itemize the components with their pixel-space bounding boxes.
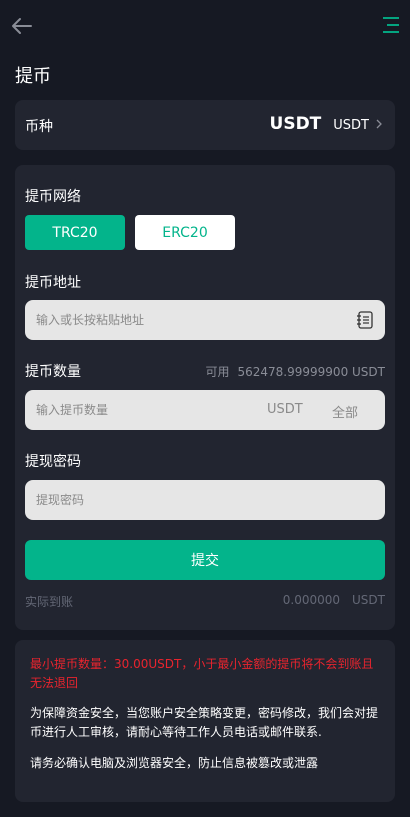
- address-input[interactable]: [25, 300, 345, 340]
- currency-label: 币种: [25, 119, 53, 135]
- currency-select[interactable]: USDT USDT: [270, 114, 383, 134]
- password-field: [25, 480, 385, 520]
- address-field: [25, 300, 385, 340]
- network-erc20-button[interactable]: ERC20: [135, 215, 235, 250]
- available-value: 562478.99999900 USDT: [237, 365, 386, 379]
- menu-icon[interactable]: [382, 16, 400, 34]
- arrival-amount: 0.000000: [282, 593, 341, 607]
- password-label: 提现密码: [25, 454, 81, 470]
- network-label: 提币网络: [25, 189, 81, 205]
- min-withdraw-warning: 最小提币数量：30.00USDT，小于最小金额的提币将不会到账且无法退回: [30, 657, 374, 690]
- quantity-unit: USDT: [267, 402, 303, 417]
- currency-selected-symbol: USDT: [269, 114, 322, 134]
- arrival-unit: USDT: [352, 593, 385, 607]
- arrow-left-icon[interactable]: [10, 14, 34, 38]
- security-review-notice: 为保障资金安全，当您账户安全策略变更，密码修改，我们会对提币进行人工审核，请耐心…: [30, 706, 379, 739]
- top-bar: [0, 0, 410, 52]
- actual-arrival-value: 0.000000 USDT: [283, 593, 385, 607]
- browser-safety-notice: 请务必确认电脑及浏览器安全，防止信息被篡改或泄露: [30, 756, 319, 770]
- address-label: 提币地址: [25, 275, 81, 291]
- network-trc20-button[interactable]: TRC20: [25, 215, 125, 250]
- page-title: 提币: [15, 66, 51, 87]
- password-input[interactable]: [25, 480, 385, 520]
- quantity-input[interactable]: [25, 390, 245, 430]
- submit-button[interactable]: 提交: [25, 540, 385, 580]
- available-label: 可用: [205, 365, 230, 379]
- available-balance: 可用 562478.99999900 USDT: [205, 363, 385, 380]
- withdraw-form: 提币网络 TRC20 ERC20 提币地址 提币数量 可用 562478.9999…: [15, 165, 395, 630]
- currency-selector[interactable]: 币种 USDT USDT: [15, 100, 395, 150]
- quantity-label: 提币数量: [25, 364, 81, 380]
- address-book-icon[interactable]: [355, 310, 375, 330]
- actual-arrival-label: 实际到账: [25, 595, 74, 609]
- chevron-right-icon: [376, 119, 382, 129]
- currency-selected-name: USDT: [333, 118, 369, 133]
- notice-card: 最小提币数量：30.00USDT，小于最小金额的提币将不会到账且无法退回 为保障…: [15, 640, 395, 802]
- all-button[interactable]: 全部: [332, 402, 358, 421]
- quantity-field: USDT 全部: [25, 390, 385, 430]
